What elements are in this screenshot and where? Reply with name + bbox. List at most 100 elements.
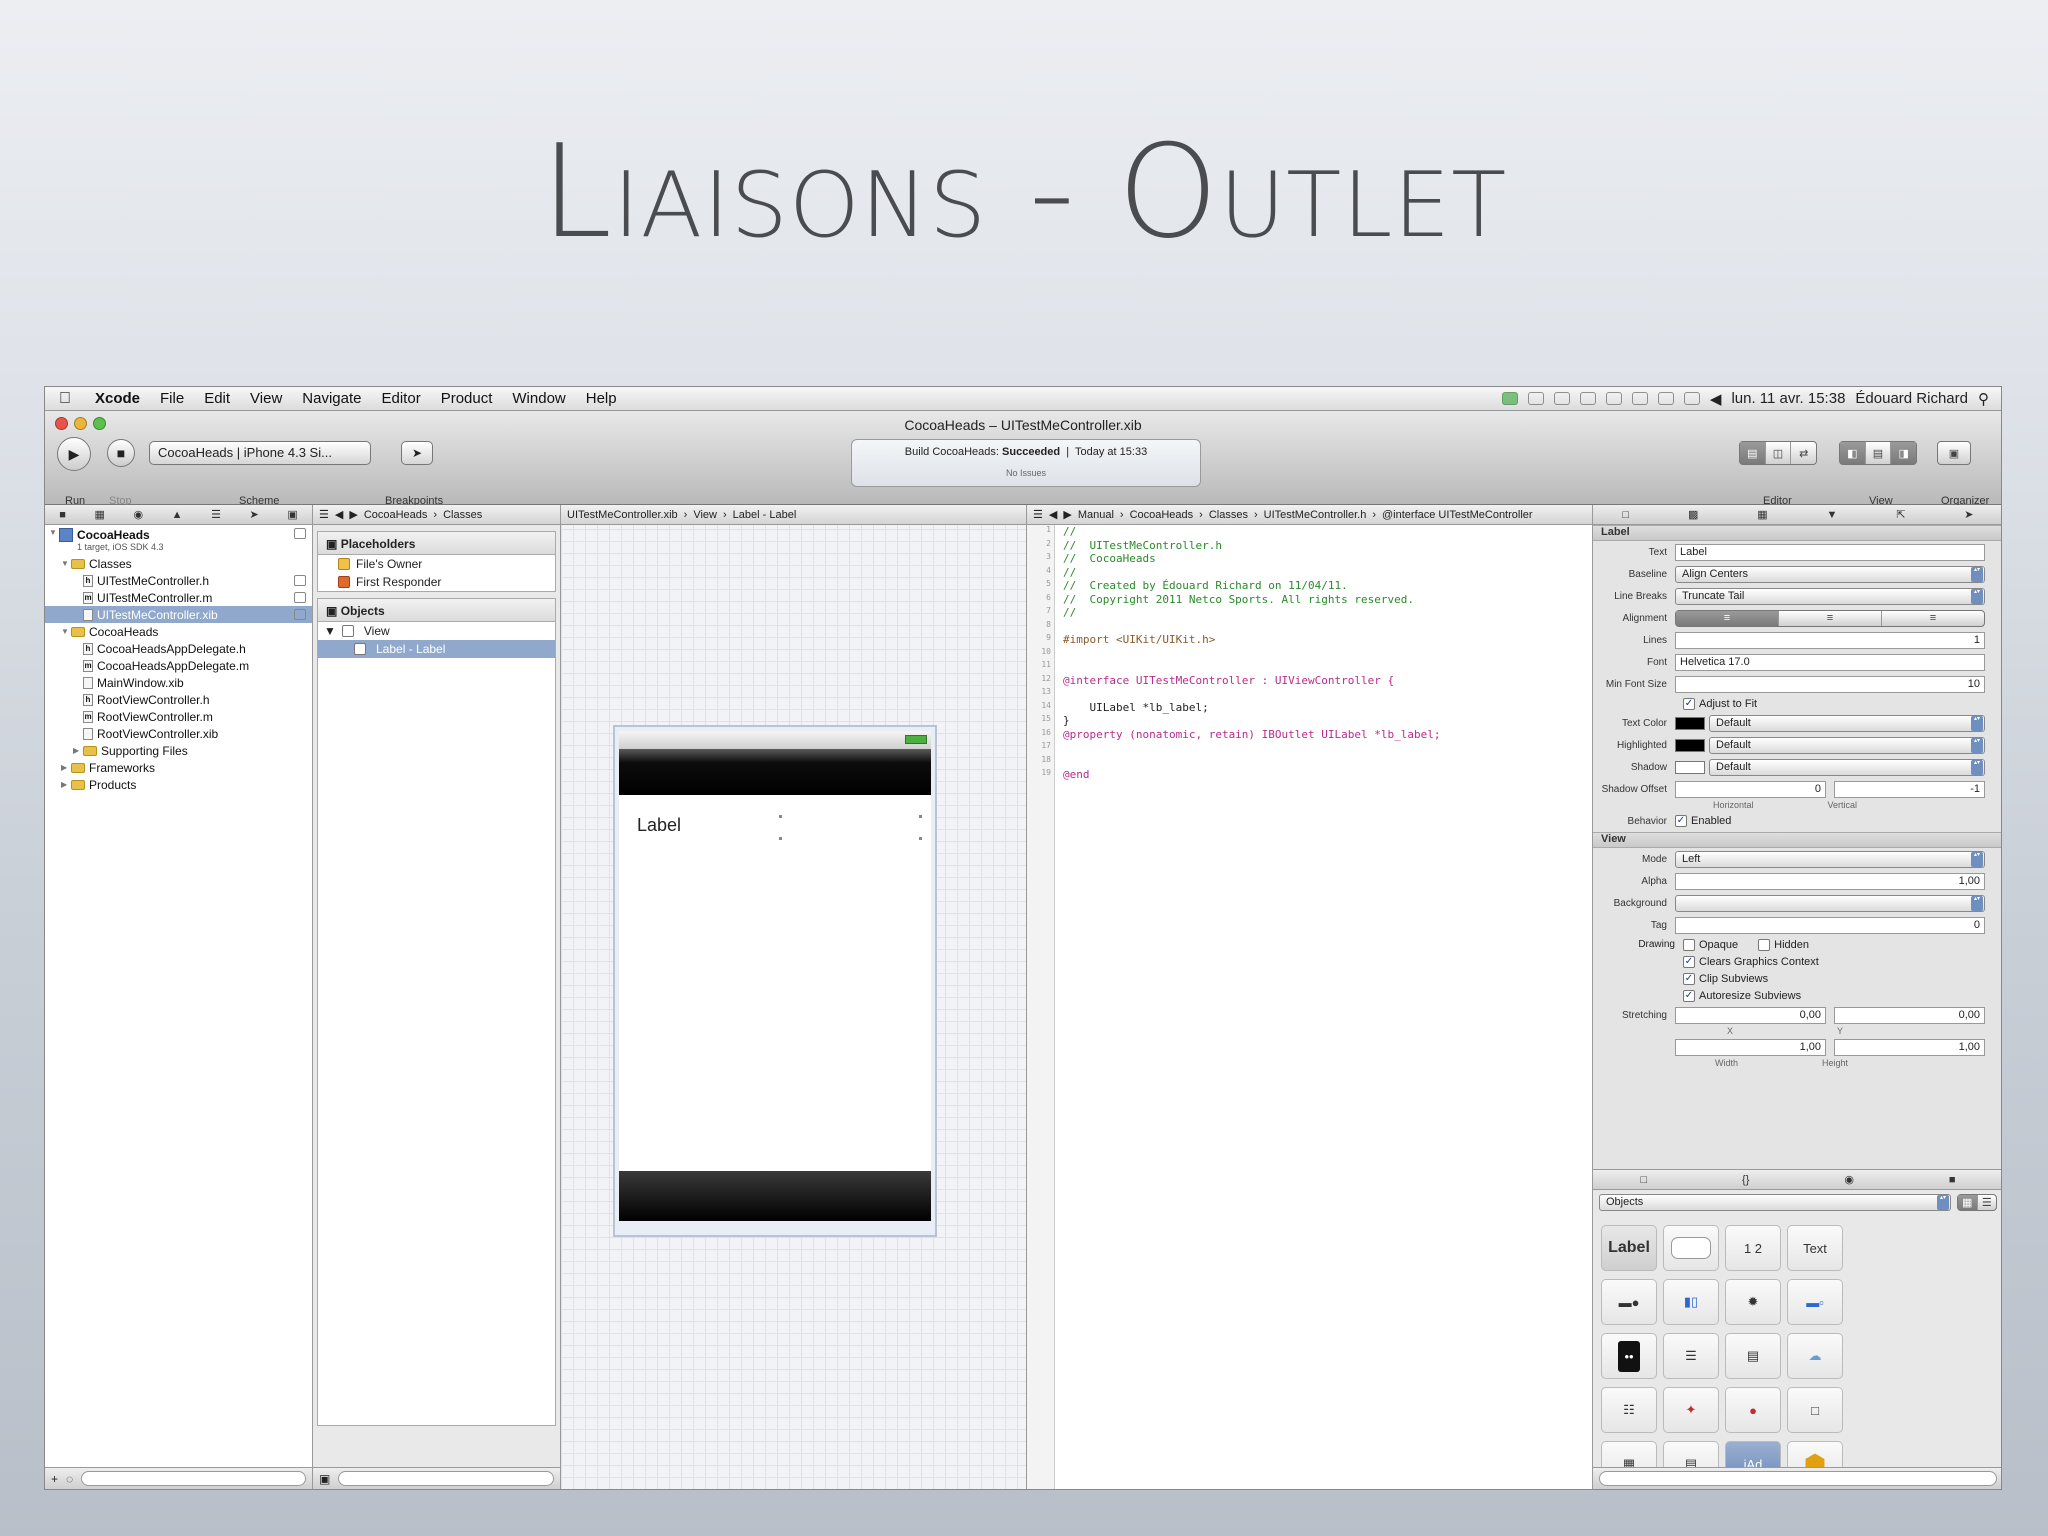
code-snippet-icon[interactable]: {} — [1742, 1174, 1749, 1186]
navigator-toggle-icon[interactable]: ◧ — [1840, 442, 1866, 464]
ib-canvas[interactable]: UITestMeController.xib › View › Label - La… — [561, 505, 1027, 1489]
attributes-inspector-icon[interactable]: ▼ — [1826, 509, 1837, 521]
code-line[interactable]: @end — [1063, 768, 1592, 782]
library-progress-tile[interactable]: ▬▫ — [1787, 1279, 1843, 1325]
hidden-checkbox[interactable] — [1758, 938, 1771, 951]
code-line[interactable] — [1063, 620, 1592, 634]
view-segmented[interactable]: ◧ ▤ ◨ — [1839, 441, 1917, 465]
library-mapview-tile[interactable]: ● — [1725, 1387, 1781, 1433]
menu-app[interactable]: Xcode — [85, 390, 150, 407]
stretch-height-field[interactable]: 1,00 — [1834, 1038, 1985, 1056]
library-textview-tile[interactable]: ☷ — [1601, 1387, 1657, 1433]
tag-field[interactable]: 0 — [1675, 916, 1985, 934]
code-line[interactable]: @property (nonatomic, retain) IBOutlet U… — [1063, 728, 1592, 742]
assistant-editor[interactable]: ☰ ◀ ▶ Manual › CocoaHeads › Classes › UITes… — [1027, 505, 1593, 1489]
code-text[interactable]: //// UITestMeController.h// CocoaHeads//… — [1063, 525, 1592, 782]
organizer-button[interactable]: ▣ — [1937, 441, 1971, 465]
code-line[interactable] — [1063, 660, 1592, 674]
mail-icon[interactable] — [1553, 392, 1570, 405]
run-button[interactable]: ▶ — [57, 437, 91, 471]
section-view-header[interactable]: View — [1593, 832, 2001, 848]
enabled-checkbox[interactable]: ✓ — [1675, 815, 1687, 827]
library-search[interactable] — [1599, 1471, 1997, 1486]
autoresize-checkbox[interactable]: ✓ — [1683, 989, 1695, 1002]
shadow-v-field[interactable]: -1 — [1834, 780, 1985, 798]
jump-item[interactable]: UITestMeController.h — [1264, 509, 1367, 521]
code-line[interactable]: // — [1063, 525, 1592, 539]
add-icon[interactable]: + — [51, 1472, 58, 1486]
resize-handle[interactable] — [779, 815, 782, 818]
volume-icon[interactable]: ◀ — [1710, 390, 1722, 408]
navigator-row[interactable]: h RootViewController.h — [45, 691, 312, 708]
outline-view[interactable]: ▼ View — [318, 622, 555, 640]
jump-item[interactable]: UITestMeController.xib — [567, 509, 678, 521]
standard-editor-icon[interactable]: ▤ — [1740, 442, 1766, 464]
font-field[interactable]: Helvetica 17.0 — [1675, 653, 1985, 671]
alpha-field[interactable]: 1,00 — [1675, 872, 1985, 890]
menu-user[interactable]: Édouard Richard — [1855, 390, 1968, 407]
related-icon[interactable]: ☰ — [319, 508, 329, 521]
menu-navigate[interactable]: Navigate — [292, 390, 371, 407]
library-activity-tile[interactable]: ✹ — [1725, 1279, 1781, 1325]
code-line[interactable]: } — [1063, 714, 1592, 728]
code-line[interactable]: // Created by Édouard Richard on 11/04/1… — [1063, 579, 1592, 593]
stop-button[interactable]: ■ — [107, 439, 135, 467]
clears-checkbox[interactable]: ✓ — [1683, 955, 1695, 968]
mode-popup[interactable]: Left — [1675, 850, 1985, 868]
object-library-icon[interactable]: ◉ — [1844, 1173, 1854, 1186]
back-icon[interactable]: ◀ — [335, 508, 343, 521]
opaque-checkbox[interactable] — [1683, 938, 1695, 951]
file-template-icon[interactable]: □ — [1640, 1174, 1647, 1186]
navigation-bar[interactable] — [619, 749, 931, 795]
assistant-editor-icon[interactable]: ◫ — [1766, 442, 1792, 464]
debug-toggle-icon[interactable]: ▤ — [1866, 442, 1892, 464]
symbol-icon[interactable]: ▦ — [95, 508, 105, 521]
apple-icon[interactable]:  — [45, 390, 85, 408]
breakpoints-button[interactable]: ➤ — [401, 441, 433, 465]
version-editor-icon[interactable]: ⇄ — [1791, 442, 1816, 464]
library-webview-tile[interactable]: ✦ — [1663, 1387, 1719, 1433]
outline-files-owner[interactable]: File's Owner — [318, 555, 555, 573]
outline-first-responder[interactable]: First Responder — [318, 573, 555, 591]
clock-icon[interactable] — [1631, 392, 1648, 405]
outline-label[interactable]: Label - Label — [318, 640, 555, 658]
scheme-popup[interactable]: CocoaHeads | iPhone 4.3 Si... — [149, 441, 371, 465]
related-icon[interactable]: ☰ — [1033, 508, 1043, 521]
navigator-row[interactable]: RootViewController.xib — [45, 725, 312, 742]
wifi-icon[interactable] — [1683, 392, 1700, 405]
baseline-popup[interactable]: Align Centers — [1675, 565, 1985, 583]
align-center-icon[interactable]: ≡ — [1779, 610, 1882, 626]
file-inspector-icon[interactable]: □ — [1622, 509, 1629, 521]
resize-handle[interactable] — [919, 815, 922, 818]
resize-handle[interactable] — [779, 837, 782, 840]
menu-datetime[interactable]: lun. 11 avr. 15:38 — [1731, 390, 1845, 407]
alignment-segmented[interactable]: ≡ ≡ ≡ — [1675, 609, 1985, 627]
jump-item[interactable]: CocoaHeads — [1130, 509, 1194, 521]
code-line[interactable] — [1063, 741, 1592, 755]
minfont-field[interactable]: 10 — [1675, 675, 1985, 693]
navigator-row[interactable]: ▼ Classes — [45, 555, 312, 572]
text-field[interactable]: Label — [1675, 543, 1985, 561]
jump-item[interactable]: @interface UITestMeController — [1382, 509, 1533, 521]
gear-icon[interactable] — [1579, 392, 1596, 405]
stretch-width-field[interactable]: 1,00 — [1675, 1038, 1826, 1056]
window-icon[interactable] — [1527, 392, 1544, 405]
navigator-row[interactable]: h UITestMeController.h — [45, 572, 312, 589]
jump-item[interactable]: Classes — [1209, 509, 1248, 521]
code-line[interactable]: // CocoaHeads — [1063, 552, 1592, 566]
align-left-icon[interactable]: ≡ — [1676, 610, 1779, 626]
navigator-row[interactable]: UITestMeController.xib — [45, 606, 312, 623]
menu-view[interactable]: View — [240, 390, 292, 407]
navigator-filter[interactable] — [81, 1471, 306, 1486]
toolbar-bottom[interactable] — [619, 1171, 931, 1221]
jump-item[interactable]: Manual — [1078, 509, 1114, 521]
navigator-row[interactable]: m CocoaHeadsAppDelegate.m — [45, 657, 312, 674]
code-line[interactable]: UILabel *lb_label; — [1063, 701, 1592, 715]
library-switch-tile[interactable]: ▮▯ — [1663, 1279, 1719, 1325]
navigator-row[interactable]: ▶ Supporting Files — [45, 742, 312, 759]
shadow-swatch[interactable] — [1675, 760, 1705, 774]
status-icon[interactable] — [1501, 392, 1518, 405]
resize-handle[interactable] — [919, 837, 922, 840]
label-element[interactable]: Label — [637, 815, 681, 836]
library-round-button-tile[interactable] — [1663, 1225, 1719, 1271]
